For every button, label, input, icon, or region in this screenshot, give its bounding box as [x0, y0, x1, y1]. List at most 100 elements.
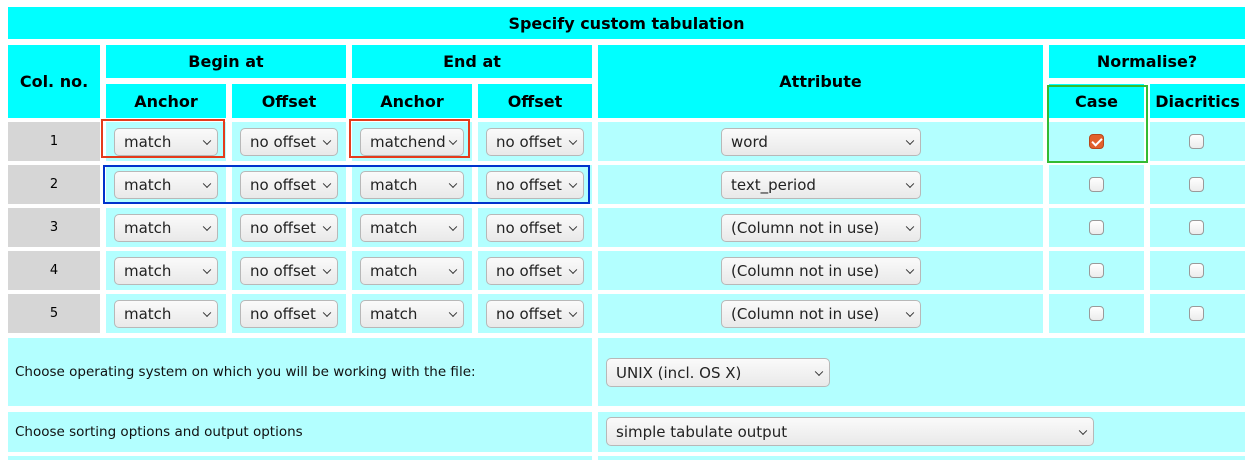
- chevron-down-icon: [905, 308, 915, 318]
- end-anchor-select[interactable]: match: [360, 171, 464, 199]
- attribute-select[interactable]: word: [721, 128, 921, 156]
- select-value: match: [370, 305, 418, 323]
- select-value: matchend: [370, 133, 446, 151]
- case-checkbox[interactable]: [1089, 177, 1104, 192]
- chevron-down-icon: [448, 179, 458, 189]
- begin-offset-select[interactable]: no offset: [240, 171, 338, 199]
- select-value: (Column not in use): [731, 219, 880, 237]
- begin-anchor-select[interactable]: match: [114, 171, 218, 199]
- begin-anchor-select[interactable]: match: [114, 257, 218, 285]
- attribute-select[interactable]: (Column not in use): [721, 214, 921, 242]
- page-title: Specify custom tabulation: [8, 7, 1245, 39]
- case-header: Case: [1049, 84, 1144, 118]
- chevron-down-icon: [905, 179, 915, 189]
- end-anchor-select[interactable]: match: [360, 214, 464, 242]
- row-number: 2: [8, 165, 100, 204]
- case-checkbox[interactable]: [1089, 306, 1104, 321]
- chevron-down-icon: [568, 265, 578, 275]
- sort-select[interactable]: simple tabulate output: [606, 417, 1094, 446]
- end-offset-select[interactable]: no offset: [486, 171, 584, 199]
- chevron-down-icon: [905, 265, 915, 275]
- end-anchor-select[interactable]: match: [360, 257, 464, 285]
- chevron-down-icon: [322, 222, 332, 232]
- begin-anchor-select[interactable]: match: [114, 128, 218, 156]
- begin-anchor-select[interactable]: match: [114, 300, 218, 328]
- begin-at-header: Begin at: [106, 45, 346, 78]
- select-value: UNIX (incl. OS X): [616, 363, 742, 382]
- chevron-down-icon: [568, 222, 578, 232]
- chevron-down-icon: [1078, 426, 1088, 435]
- begin-offset-select[interactable]: no offset: [240, 300, 338, 328]
- end-anchor-select[interactable]: matchend: [360, 128, 464, 156]
- row-number: 4: [8, 251, 100, 290]
- select-value: match: [370, 219, 418, 237]
- chevron-down-icon: [202, 308, 212, 318]
- select-value: no offset: [250, 262, 316, 280]
- chevron-down-icon: [814, 367, 824, 376]
- diacritics-checkbox[interactable]: [1189, 306, 1204, 321]
- case-checkbox[interactable]: [1089, 134, 1104, 149]
- chevron-down-icon: [322, 265, 332, 275]
- select-value: word: [731, 133, 768, 151]
- attribute-select[interactable]: text_period: [721, 171, 921, 199]
- begin-anchor-header: Anchor: [106, 84, 226, 118]
- select-value: no offset: [250, 219, 316, 237]
- case-checkbox[interactable]: [1089, 263, 1104, 278]
- begin-offset-select[interactable]: no offset: [240, 257, 338, 285]
- end-at-header: End at: [352, 45, 592, 78]
- select-value: match: [124, 305, 172, 323]
- chevron-down-icon: [202, 222, 212, 232]
- select-value: simple tabulate output: [616, 422, 788, 441]
- end-offset-select[interactable]: no offset: [486, 128, 584, 156]
- diacritics-checkbox[interactable]: [1189, 134, 1204, 149]
- begin-anchor-select[interactable]: match: [114, 214, 218, 242]
- select-value: match: [124, 133, 172, 151]
- begin-offset-select[interactable]: no offset: [240, 128, 338, 156]
- diacritics-checkbox[interactable]: [1189, 220, 1204, 235]
- chevron-down-icon: [202, 265, 212, 275]
- chevron-down-icon: [568, 179, 578, 189]
- chevron-down-icon: [905, 136, 915, 146]
- case-checkbox[interactable]: [1089, 220, 1104, 235]
- select-value: (Column not in use): [731, 262, 880, 280]
- diacritics-header: Diacritics: [1150, 84, 1245, 118]
- end-offset-select[interactable]: no offset: [486, 300, 584, 328]
- attribute-header: Attribute: [598, 45, 1043, 118]
- chevron-down-icon: [568, 136, 578, 146]
- chevron-down-icon: [905, 222, 915, 232]
- begin-offset-select[interactable]: no offset: [240, 214, 338, 242]
- col-no-header: Col. no.: [8, 45, 100, 118]
- begin-offset-header: Offset: [232, 84, 346, 118]
- select-value: match: [370, 262, 418, 280]
- next-row-left: [8, 456, 592, 460]
- select-value: no offset: [496, 262, 562, 280]
- select-value: no offset: [496, 305, 562, 323]
- chevron-down-icon: [448, 136, 458, 146]
- diacritics-checkbox[interactable]: [1189, 263, 1204, 278]
- chevron-down-icon: [202, 136, 212, 146]
- diacritics-checkbox[interactable]: [1189, 177, 1204, 192]
- select-value: no offset: [250, 305, 316, 323]
- select-value: no offset: [250, 176, 316, 194]
- chevron-down-icon: [448, 265, 458, 275]
- select-value: no offset: [496, 219, 562, 237]
- sort-option-label: Choose sorting options and output option…: [8, 412, 592, 452]
- chevron-down-icon: [448, 222, 458, 232]
- select-value: no offset: [496, 133, 562, 151]
- chevron-down-icon: [322, 136, 332, 146]
- chevron-down-icon: [202, 179, 212, 189]
- select-value: match: [370, 176, 418, 194]
- end-offset-header: Offset: [478, 84, 592, 118]
- end-anchor-select[interactable]: match: [360, 300, 464, 328]
- end-anchor-header: Anchor: [352, 84, 472, 118]
- select-value: text_period: [731, 176, 816, 194]
- chevron-down-icon: [322, 179, 332, 189]
- select-value: match: [124, 262, 172, 280]
- end-offset-select[interactable]: no offset: [486, 214, 584, 242]
- chevron-down-icon: [322, 308, 332, 318]
- attribute-select[interactable]: (Column not in use): [721, 257, 921, 285]
- chevron-down-icon: [448, 308, 458, 318]
- os-select[interactable]: UNIX (incl. OS X): [606, 358, 830, 387]
- attribute-select[interactable]: (Column not in use): [721, 300, 921, 328]
- end-offset-select[interactable]: no offset: [486, 257, 584, 285]
